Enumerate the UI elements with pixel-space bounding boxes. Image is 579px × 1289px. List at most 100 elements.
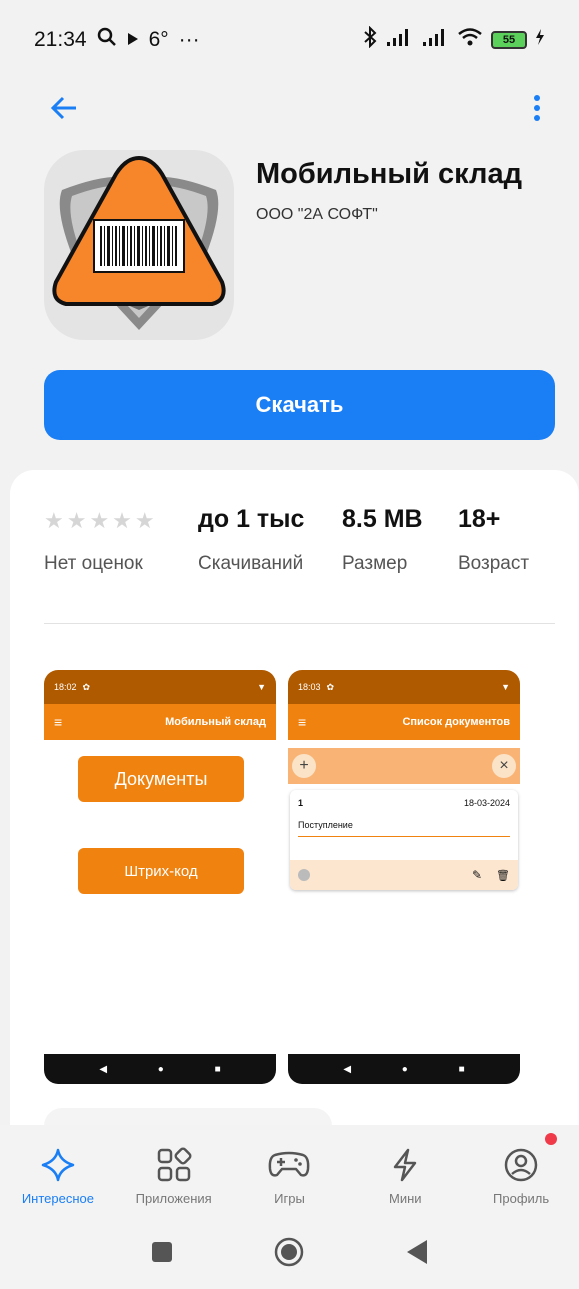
stat-size-label: Размер — [342, 553, 408, 574]
charging-icon — [535, 28, 545, 52]
stat-size: 8.5 MB Размер — [342, 505, 423, 575]
back-triangle-icon — [407, 1240, 428, 1264]
doc-footer: ✎ 🗑 — [290, 860, 518, 890]
search-icon — [97, 27, 117, 53]
nav-item-mini[interactable]: Мини — [347, 1125, 463, 1220]
pencil-icon: ✎ — [471, 868, 483, 882]
wifi-icon — [457, 27, 483, 53]
back-system-button[interactable] — [405, 1238, 429, 1271]
nav-label: Приложения — [135, 1191, 212, 1206]
shot-toolbar: + × — [288, 748, 520, 784]
app-stats: ★★★★★ Нет оценок до 1 тыс Скачиваний 8.5… — [44, 505, 544, 585]
recents-square-icon: ■ — [214, 1063, 221, 1075]
menu-icon: ≡ — [54, 714, 63, 730]
stat-downloads: до 1 тыс Скачиваний — [198, 505, 304, 575]
status-more: ··· — [178, 28, 200, 51]
screenshot-1[interactable]: 18:02 ✿ ▼ ≡ Мобильный склад Документы Шт… — [44, 670, 276, 1084]
shot-app-bar: ≡ Список документов — [288, 704, 520, 740]
shot-app-bar: ≡ Мобильный склад — [44, 704, 276, 740]
square-icon — [151, 1242, 172, 1262]
system-navigation — [0, 1220, 579, 1289]
shot-status-bar: 18:02 ✿ ▼ — [44, 670, 276, 704]
doc-row: 1 18-03-2024 — [290, 790, 518, 808]
back-triangle-icon: ◀ — [99, 1063, 108, 1075]
wifi-icon: ▼ — [501, 682, 510, 692]
stat-rating[interactable]: ★★★★★ Нет оценок — [44, 505, 158, 575]
back-triangle-icon: ◀ — [343, 1063, 352, 1075]
doc-type: Поступление — [298, 820, 353, 830]
arrow-left-icon — [50, 96, 76, 120]
back-button[interactable] — [46, 90, 82, 126]
app-icon — [44, 150, 234, 340]
stat-downloads-label: Скачиваний — [198, 553, 304, 574]
more-vertical-icon — [534, 95, 540, 121]
shot-time: 18:03 — [298, 682, 321, 692]
nav-item-apps[interactable]: Приложения — [116, 1125, 232, 1220]
status-left: 21:34 6° ··· — [34, 27, 200, 53]
apps-grid-icon — [157, 1147, 192, 1182]
download-button[interactable]: Скачать — [44, 370, 555, 440]
status-right: 55 — [363, 25, 545, 54]
nav-label: Интересное — [21, 1191, 94, 1206]
document-card: 1 18-03-2024 Поступление ✎ 🗑 — [290, 790, 518, 890]
status-dot-icon — [298, 869, 310, 881]
close-icon: × — [492, 754, 516, 778]
home-button[interactable] — [273, 1236, 305, 1273]
divider — [44, 623, 555, 624]
recents-button[interactable] — [150, 1240, 174, 1269]
screenshot-2[interactable]: 18:03 ✿ ▼ ≡ Список документов + × 1 18-0… — [288, 670, 520, 1084]
stat-age[interactable]: 18+ Возраст — [458, 505, 529, 575]
more-options-button[interactable] — [525, 90, 549, 126]
shot-nav-bar: ◀ ● ■ — [288, 1054, 520, 1084]
app-developer[interactable]: ООО "2А СОФТ" — [256, 206, 378, 224]
nav-label: Мини — [389, 1191, 422, 1206]
nav-item-games[interactable]: Игры — [232, 1125, 348, 1220]
status-time: 21:34 — [34, 28, 87, 51]
play-icon — [127, 28, 139, 52]
bluetooth-icon — [363, 25, 377, 54]
stat-downloads-value: до 1 тыс — [198, 505, 305, 533]
sparkle-icon — [41, 1148, 75, 1182]
home-dot-icon: ● — [157, 1063, 164, 1075]
stat-rating-label: Нет оценок — [44, 553, 143, 574]
menu-icon: ≡ — [298, 714, 307, 730]
plus-icon: + — [292, 754, 316, 778]
stat-age-label: Возраст — [458, 553, 530, 574]
stat-age-value: 18+ — [458, 505, 501, 533]
doc-underline — [298, 836, 510, 837]
gamepad-icon — [269, 1151, 310, 1177]
nav-label: Профиль — [493, 1191, 550, 1206]
wifi-icon: ▼ — [257, 682, 266, 692]
bottom-navigation: Интересное Приложения Игры Мини Профиль — [0, 1125, 579, 1220]
gear-icon: ✿ — [326, 681, 335, 692]
gear-icon: ✿ — [82, 681, 91, 692]
nav-label: Игры — [274, 1191, 305, 1206]
signal-icon — [421, 28, 449, 52]
battery-icon: 55 — [491, 31, 527, 49]
shot-header-title: Список документов — [402, 716, 510, 728]
home-circle-icon — [275, 1237, 304, 1267]
stat-size-value: 8.5 MB — [342, 505, 423, 533]
app-title: Мобильный склад — [256, 158, 522, 190]
shot-nav-bar: ◀ ● ■ — [44, 1054, 276, 1084]
profile-icon — [504, 1148, 538, 1182]
nav-item-profile[interactable]: Профиль — [463, 1125, 579, 1220]
doc-number: 1 — [298, 798, 304, 808]
trash-icon: 🗑 — [496, 869, 510, 882]
shot-header-title: Мобильный склад — [165, 716, 266, 728]
recents-square-icon: ■ — [458, 1063, 465, 1075]
app-header: Мобильный склад ООО "2А СОФТ" — [44, 150, 554, 345]
shot-status-bar: 18:03 ✿ ▼ — [288, 670, 520, 704]
status-temperature: 6° — [148, 28, 169, 51]
documents-button: Документы — [78, 756, 244, 802]
barcode-button: Штрих-код — [78, 848, 244, 894]
shot-time: 18:02 — [54, 682, 77, 692]
status-bar: 21:34 6° ··· 55 — [0, 0, 579, 80]
lightning-icon — [394, 1148, 417, 1182]
top-navigation — [0, 86, 579, 130]
rating-stars: ★★★★★ — [44, 508, 158, 533]
doc-date: 18-03-2024 — [463, 798, 510, 808]
nav-item-interesting[interactable]: Интересное — [0, 1125, 116, 1220]
home-dot-icon: ● — [401, 1063, 408, 1075]
signal-icon — [385, 28, 413, 52]
